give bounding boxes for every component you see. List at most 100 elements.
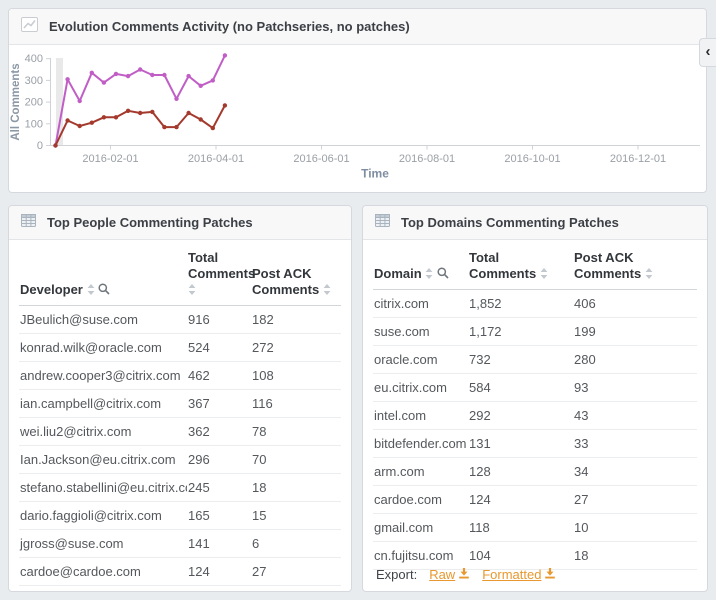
sort-icon[interactable] (323, 283, 331, 299)
table-cell: oracle.com (373, 346, 468, 374)
column-header-post-ack-comments[interactable]: Post ACK Comments (573, 240, 697, 290)
table-row: JBeulich@suse.com916182 (19, 306, 341, 334)
svg-text:2016-08-01: 2016-08-01 (399, 153, 455, 165)
svg-text:0: 0 (37, 140, 43, 152)
table-cell: 131 (468, 430, 573, 458)
top-people-panel: Top People Commenting Patches Developer (8, 205, 352, 592)
sort-icon[interactable] (425, 267, 433, 283)
panel-title: Evolution Comments Activity (no Patchser… (49, 19, 410, 34)
table-cell: 70 (251, 446, 341, 474)
chevron-left-icon: ‹ (706, 44, 711, 59)
column-label: Developer (20, 282, 83, 297)
column-label: Post ACK Comments (574, 250, 641, 281)
table-row: bitdefender.com13133 (373, 430, 697, 458)
table-cell: 199 (573, 318, 697, 346)
sort-icon[interactable] (188, 283, 196, 299)
table-cell: 296 (187, 446, 251, 474)
svg-text:2016-10-01: 2016-10-01 (504, 153, 560, 165)
table-cell: 27 (251, 558, 341, 586)
svg-text:2016-06-01: 2016-06-01 (293, 153, 349, 165)
table-cell: 182 (251, 306, 341, 334)
table-row: cardoe.com12427 (373, 486, 697, 514)
table-row: wei.liu2@citrix.com36278 (19, 418, 341, 446)
table-cell: 116 (251, 390, 341, 418)
people-table-body: JBeulich@suse.com916182konrad.wilk@oracl… (19, 306, 341, 586)
export-formatted-label: Formatted (482, 567, 541, 582)
line-chart-icon (21, 17, 38, 37)
column-label: Domain (374, 266, 422, 281)
column-label: Total Comments (188, 250, 255, 281)
collapse-sidebar-tab[interactable]: ‹ (699, 38, 716, 67)
top-domains-panel: Top Domains Commenting Patches Domain (362, 205, 708, 592)
table-row: ian.campbell@citrix.com367116 (19, 390, 341, 418)
column-header-developer[interactable]: Developer (19, 240, 187, 306)
evolution-comments-panel: Evolution Comments Activity (no Patchser… (8, 8, 707, 193)
sort-icon[interactable] (87, 283, 95, 299)
table-row: andrew.cooper3@citrix.com462108 (19, 362, 341, 390)
table-cell: 78 (251, 418, 341, 446)
svg-text:400: 400 (25, 53, 43, 65)
evolution-comments-chart[interactable]: 01002003004002016-02-012016-04-012016-06… (9, 45, 706, 192)
table-cell: 18 (573, 542, 697, 570)
table-row: stefano.stabellini@eu.citrix.com24518 (19, 474, 341, 502)
column-header-domain[interactable]: Domain (373, 240, 468, 290)
table-row: gmail.com11810 (373, 514, 697, 542)
table-cell: 108 (251, 362, 341, 390)
table-row: dario.faggioli@citrix.com16515 (19, 502, 341, 530)
sort-icon[interactable] (540, 267, 548, 283)
table-cell: 280 (573, 346, 697, 374)
table-cell: 1,172 (468, 318, 573, 346)
table-cell: dario.faggioli@citrix.com (19, 502, 187, 530)
table-cell: 104 (468, 542, 573, 570)
table-cell: jgross@suse.com (19, 530, 187, 558)
export-raw-label: Raw (429, 567, 455, 582)
table-cell: 524 (187, 334, 251, 362)
table-cell: konrad.wilk@oracle.com (19, 334, 187, 362)
table-cell: intel.com (373, 402, 468, 430)
table-cell: stefano.stabellini@eu.citrix.com (19, 474, 187, 502)
svg-text:Time: Time (361, 167, 389, 181)
table-cell: 128 (468, 458, 573, 486)
search-icon[interactable] (437, 267, 449, 283)
table-cell: eu.citrix.com (373, 374, 468, 402)
sort-icon[interactable] (645, 267, 653, 283)
table-row: suse.com1,172199 (373, 318, 697, 346)
column-header-total-comments[interactable]: Total Comments (187, 240, 251, 306)
table-icon (21, 214, 36, 232)
table-cell: 292 (468, 402, 573, 430)
svg-text:100: 100 (25, 118, 43, 130)
table-cell: bitdefender.com (373, 430, 468, 458)
table-cell: 10 (573, 514, 697, 542)
table-cell: 118 (468, 514, 573, 542)
column-header-post-ack-comments[interactable]: Post ACK Comments (251, 240, 341, 306)
export-label: Export: (376, 567, 417, 582)
table-cell: 165 (187, 502, 251, 530)
table-cell: 1,852 (468, 290, 573, 318)
table-cell: 43 (573, 402, 697, 430)
export-formatted-link[interactable]: Formatted (482, 567, 556, 582)
table-cell: Ian.Jackson@eu.citrix.com (19, 446, 187, 474)
domains-table-body: citrix.com1,852406suse.com1,172199oracle… (373, 290, 697, 570)
table-cell: 18 (251, 474, 341, 502)
search-icon[interactable] (98, 283, 110, 299)
svg-text:2016-04-01: 2016-04-01 (188, 153, 244, 165)
column-header-total-comments[interactable]: Total Comments (468, 240, 573, 290)
domains-table: Domain Total Comments (373, 240, 697, 570)
table-cell: 93 (573, 374, 697, 402)
table-cell: cn.fujitsu.com (373, 542, 468, 570)
table-cell: citrix.com (373, 290, 468, 318)
table-row: citrix.com1,852406 (373, 290, 697, 318)
table-cell: 34 (573, 458, 697, 486)
table-row: eu.citrix.com58493 (373, 374, 697, 402)
table-cell: 406 (573, 290, 697, 318)
table-cell: 584 (468, 374, 573, 402)
table-cell: 916 (187, 306, 251, 334)
export-row: Export: Raw Formatted (376, 567, 556, 582)
panel-header: Top Domains Commenting Patches (363, 206, 707, 240)
table-row: jgross@suse.com1416 (19, 530, 341, 558)
export-raw-link[interactable]: Raw (429, 567, 470, 582)
table-row: oracle.com732280 (373, 346, 697, 374)
table-cell: JBeulich@suse.com (19, 306, 187, 334)
table-row: konrad.wilk@oracle.com524272 (19, 334, 341, 362)
table-cell: 141 (187, 530, 251, 558)
